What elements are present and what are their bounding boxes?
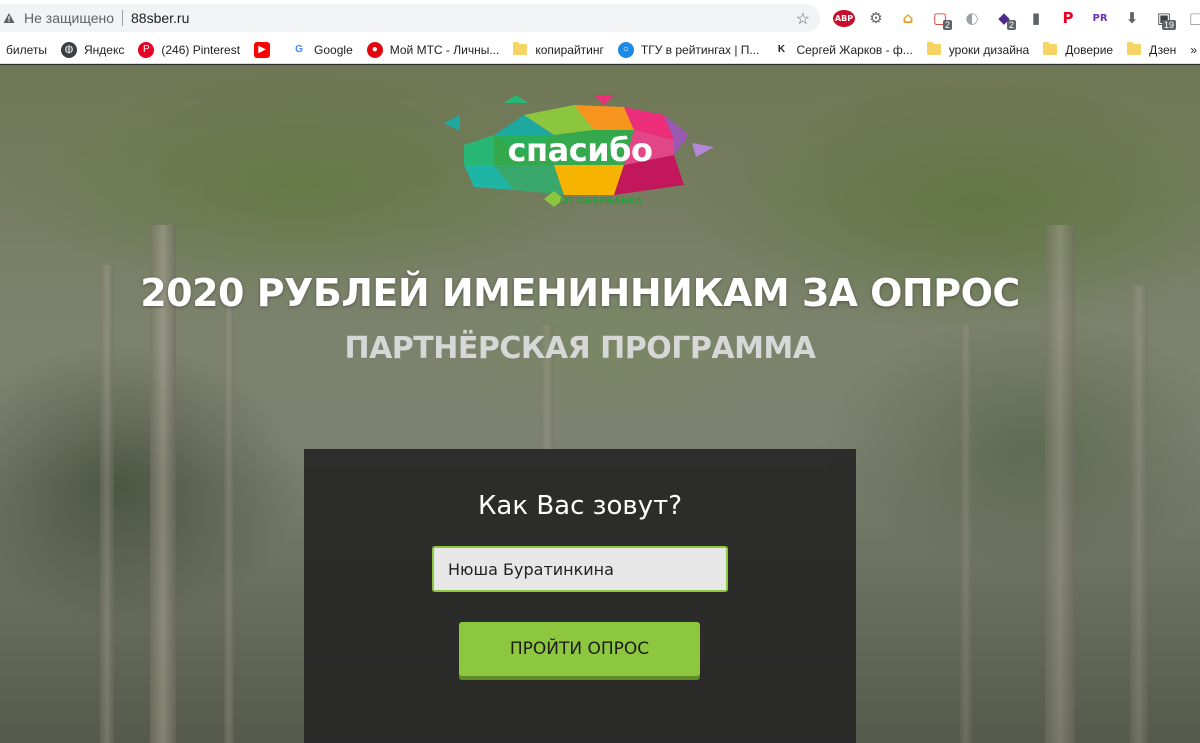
extension-glyph: ABP xyxy=(832,9,856,27)
bookmarks-overflow-button[interactable]: » xyxy=(1184,38,1200,62)
bookmark-label: Google xyxy=(314,42,353,57)
bookmark-label: Сергей Жарков - ф... xyxy=(796,42,913,57)
bookmark-item[interactable]: копирайтинг xyxy=(507,38,612,62)
adblock-plus-icon[interactable]: ABP xyxy=(828,6,860,30)
bookmark-label: Дзен xyxy=(1149,42,1177,57)
bookmark-label: (246) Pinterest xyxy=(161,42,241,57)
folder-icon xyxy=(1043,42,1058,55)
extension-purple-icon[interactable]: ◆ 2 xyxy=(988,6,1020,30)
bookmark-item[interactable]: P (246) Pinterest xyxy=(132,38,248,62)
bookmark-item[interactable]: Дзен xyxy=(1121,38,1184,62)
bookmark-item[interactable]: G Google xyxy=(285,38,361,62)
pinterest-icon: P xyxy=(138,41,155,58)
extension-glyph: □ xyxy=(1188,9,1200,27)
page-subheadline: ПАРТНЁРСКАЯ ПРОГРАММА xyxy=(344,331,816,366)
folder-icon xyxy=(513,42,528,55)
browser-toolbar: Не защищено 88sber.ru ☆ ABP ⚙ ⌂ ▢ 2 ◐ ◆ 2 ▮ P PR ⬇ ▣… xyxy=(0,0,1200,36)
bookmark-label: Яндекс xyxy=(83,42,125,57)
extension-grid-icon[interactable]: ⚙ xyxy=(860,6,892,30)
logo-tagline: ОТ СБЕРБАНКА xyxy=(560,196,643,207)
bookmark-label: уроки дизайна xyxy=(948,42,1030,57)
globe-icon: ◍ xyxy=(60,41,77,58)
url-text[interactable]: 88sber.ru xyxy=(131,10,189,26)
extension-glyph: PR xyxy=(1092,12,1108,24)
start-survey-button[interactable]: ПРОЙТИ ОПРОС xyxy=(459,622,700,676)
pinterest-icon[interactable]: P xyxy=(1052,6,1084,30)
bar-chart-icon[interactable]: ▮ xyxy=(1020,6,1052,30)
folder-icon xyxy=(926,42,941,55)
landing-page: спасибо ОТ СБЕРБАНКА 2020 РУБЛЕЙ ИМЕНИНН… xyxy=(0,65,1200,743)
extensions-row: ABP ⚙ ⌂ ▢ 2 ◐ ◆ 2 ▮ P PR ⬇ ▣ 19 □ xyxy=(828,6,1200,30)
bookmark-item[interactable]: ▶ xyxy=(248,38,285,62)
name-input[interactable] xyxy=(432,546,728,592)
bookmark-item[interactable]: Доверие xyxy=(1037,38,1121,62)
bookmark-label: Мой МТС - Личны... xyxy=(389,42,500,57)
extension-glyph: P xyxy=(1062,9,1074,27)
extension-outline-icon[interactable]: □ xyxy=(1180,6,1200,30)
omnibox[interactable]: Не защищено 88sber.ru ☆ xyxy=(0,4,820,32)
extension-glyph: ▮ xyxy=(1031,9,1041,27)
omnibox-separator xyxy=(122,10,123,26)
youtube-icon: ▶ xyxy=(254,41,271,58)
survey-form-card: Как Вас зовут? ПРОЙТИ ОПРОС xyxy=(304,449,856,743)
bookmark-item[interactable]: ● Мой МТС - Личны... xyxy=(361,38,508,62)
tgu-icon: ○ xyxy=(617,41,634,58)
home-icon[interactable]: ⌂ xyxy=(892,6,924,30)
bookmark-item[interactable]: ○ ТГУ в рейтингах | П... xyxy=(612,38,768,62)
moon-icon[interactable]: ◐ xyxy=(956,6,988,30)
bookmarks-bar: билеты ◍ Яндекс P (246) Pinterest ▶ G Google ● Мо… xyxy=(0,36,1200,64)
tree-trunk xyxy=(960,325,972,743)
bookmark-item[interactable]: уроки дизайна xyxy=(921,38,1037,62)
bookmark-item[interactable]: K Сергей Жарков - ф... xyxy=(767,38,920,62)
extension-badge: 2 xyxy=(942,20,952,30)
logo-wordmark: спасибо xyxy=(507,131,653,169)
k-icon: K xyxy=(773,41,790,58)
extension-dark-icon[interactable]: ▣ 19 xyxy=(1148,6,1180,30)
spasibo-logo[interactable]: спасибо ОТ СБЕРБАНКА xyxy=(444,95,716,217)
google-icon: G xyxy=(291,41,308,58)
extension-glyph: ⌂ xyxy=(902,9,914,27)
extension-glyph: ◐ xyxy=(965,9,979,27)
download-icon[interactable]: ⬇ xyxy=(1116,6,1148,30)
bookmark-star-icon[interactable]: ☆ xyxy=(796,9,810,29)
warning-icon xyxy=(2,11,16,25)
bookmark-label: ТГУ в рейтингах | П... xyxy=(640,42,760,57)
page-headline: 2020 РУБЛЕЙ ИМЕНИННИКАМ ЗА ОПРОС xyxy=(140,271,1020,315)
extension-red-icon[interactable]: ▢ 2 xyxy=(924,6,956,30)
folder-icon xyxy=(1127,42,1142,55)
security-label[interactable]: Не защищено xyxy=(24,10,114,26)
mts-icon: ● xyxy=(366,41,383,58)
bookmark-item[interactable]: билеты xyxy=(0,38,55,62)
extension-badge: 2 xyxy=(1006,20,1016,30)
extension-glyph: ⚙ xyxy=(869,9,883,27)
extension-glyph: ⬇ xyxy=(1125,9,1139,27)
bookmark-item[interactable]: ◍ Яндекс xyxy=(55,38,132,62)
bookmark-label: билеты xyxy=(6,42,47,57)
bookmark-label: Доверие xyxy=(1065,42,1114,57)
pr-icon[interactable]: PR xyxy=(1084,6,1116,30)
extension-badge: 19 xyxy=(1161,20,1176,30)
name-question: Как Вас зовут? xyxy=(477,491,683,521)
bookmark-label: копирайтинг xyxy=(535,42,604,57)
